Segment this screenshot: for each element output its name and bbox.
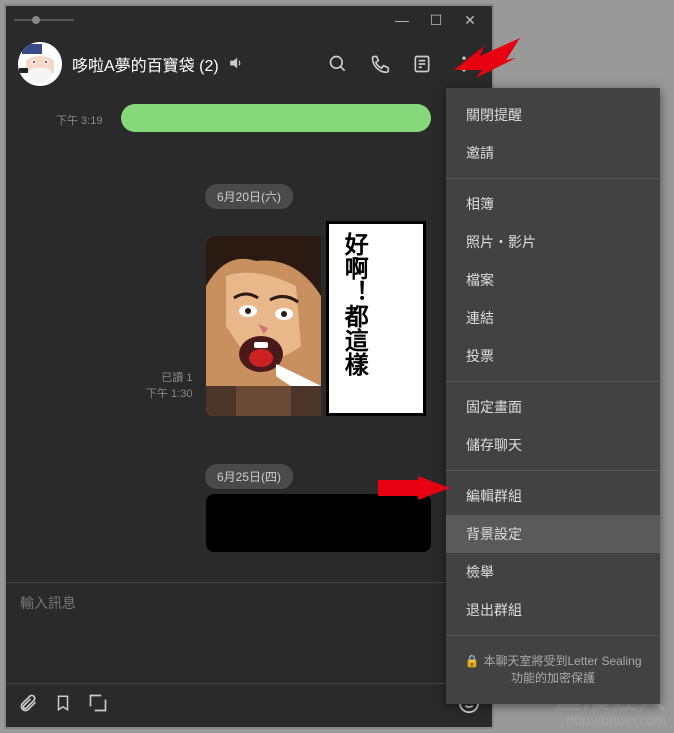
chat-window: — ☐ ✕ 哆啦A夢的百寶袋 (2) (4, 4, 494, 729)
message-bubble[interactable] (206, 494, 431, 552)
message-input[interactable]: 輸入訊息 (6, 583, 492, 683)
search-icon[interactable] (322, 48, 354, 80)
lock-icon: 🔒 (464, 654, 479, 668)
menu-leave[interactable]: 退出群組 (446, 591, 660, 629)
menu-mute[interactable]: 關閉提醒 (446, 96, 660, 134)
notes-icon[interactable] (406, 48, 438, 80)
avatar[interactable] (18, 42, 62, 86)
date-separator: 6月20日(六) (205, 184, 293, 209)
call-icon[interactable] (364, 48, 396, 80)
menu-poll[interactable]: 投票 (446, 337, 660, 375)
message-area: 下午 3:19 6月20日(六) (6, 94, 492, 583)
timestamp: 下午 3:19 (56, 112, 102, 128)
bookmark-icon[interactable] (54, 694, 72, 717)
sticker-message[interactable]: 好啊！都這樣 (206, 221, 431, 421)
speech-bubble: 好啊！都這樣 (326, 221, 426, 416)
menu-pin[interactable]: 固定畫面 (446, 388, 660, 426)
menu-links[interactable]: 連結 (446, 299, 660, 337)
footer-toolbar (6, 683, 492, 727)
menu-encryption-note: 🔒本聊天室將受到Letter Sealing功能的加密保護 (446, 642, 660, 696)
menu-media[interactable]: 照片・影片 (446, 223, 660, 261)
date-separator: 6月25日(四) (205, 464, 293, 489)
menu-background[interactable]: 背景設定 (446, 515, 660, 553)
titlebar: — ☐ ✕ (6, 6, 492, 34)
menu-save[interactable]: 儲存聊天 (446, 426, 660, 464)
attachment-icon[interactable] (18, 693, 38, 718)
annotation-arrow-icon (378, 476, 450, 500)
annotation-arrow-icon (454, 32, 524, 82)
menu-files[interactable]: 檔案 (446, 261, 660, 299)
more-menu: 關閉提醒 邀請 相簿 照片・影片 檔案 連結 投票 固定畫面 儲存聊天 編輯群組… (446, 88, 660, 704)
minimize-button[interactable]: — (388, 10, 416, 30)
speaker-icon[interactable] (229, 56, 243, 73)
capture-icon[interactable] (88, 693, 108, 718)
opacity-slider[interactable] (14, 19, 74, 21)
chat-title: 哆啦A夢的百寶袋 (2) (72, 52, 219, 76)
close-button[interactable]: ✕ (456, 10, 484, 30)
maximize-button[interactable]: ☐ (422, 10, 450, 30)
read-status: 已讀 1 下午 1:30 (146, 369, 192, 401)
menu-invite[interactable]: 邀請 (446, 134, 660, 172)
menu-edit-group[interactable]: 編輯群組 (446, 477, 660, 515)
chat-header: 哆啦A夢的百寶袋 (2) (6, 34, 492, 94)
menu-report[interactable]: 檢舉 (446, 553, 660, 591)
menu-album[interactable]: 相簿 (446, 185, 660, 223)
message-bubble[interactable] (121, 104, 431, 132)
